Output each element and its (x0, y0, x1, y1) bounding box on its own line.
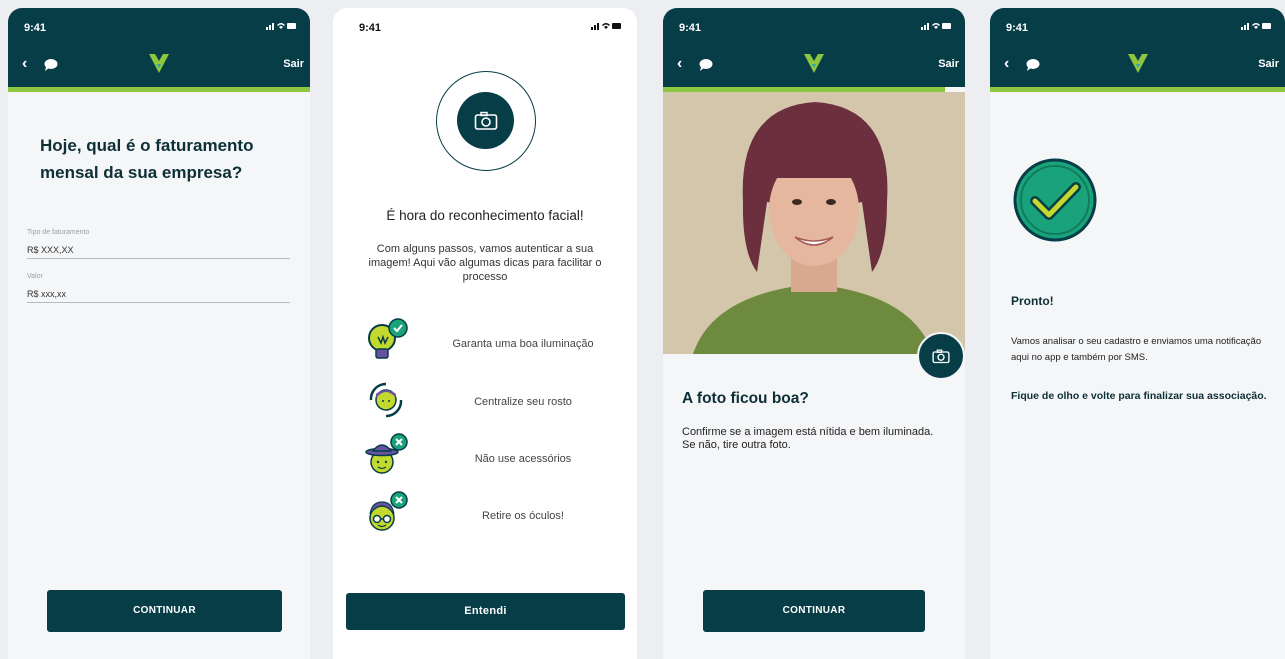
screen-revenue: 9:41 ‹ Sair Hoje, qual é o faturamento m… (8, 8, 310, 659)
chat-icon[interactable] (44, 58, 58, 76)
camera-icon (474, 111, 497, 130)
brand-logo (1127, 52, 1149, 79)
progress-bar (8, 87, 310, 92)
app-header: 9:41 ‹ Sair (8, 8, 310, 87)
confirmation-text: Vamos analisar o seu cadastro e enviamos… (1011, 336, 1262, 363)
field-label-billing-type: Tipo de faturamento (27, 229, 90, 236)
page-title: Hoje, qual é o faturamento mensal da sua… (40, 136, 254, 182)
follow-up-text: Fique de olho e volte para finalizar sua… (1011, 390, 1267, 402)
page-title: Pronto! (1011, 294, 1054, 308)
chat-icon[interactable] (1026, 58, 1040, 76)
intro-text: Com alguns passos, vamos autenticar a su… (368, 243, 602, 283)
instruction-text: Confirme se a imagem está nítida e bem i… (682, 426, 934, 451)
status-icons (1241, 21, 1271, 30)
retake-photo-button[interactable] (917, 332, 965, 380)
status-icons (266, 21, 296, 30)
status-time: 9:41 (24, 22, 47, 34)
back-button[interactable]: ‹ (677, 54, 682, 74)
status-time: 9:41 (1006, 22, 1029, 34)
tip-label-remove-glasses: Retire os óculos! (482, 510, 564, 522)
billing-type-input[interactable]: R$ XXX,XX (27, 245, 290, 259)
success-check-icon (1013, 158, 1097, 247)
exit-button[interactable]: Sair (1258, 58, 1279, 70)
app-header: 9:41 ‹ Sair (663, 8, 965, 87)
page-title: A foto ficou boa? (682, 390, 809, 407)
page-title: É hora do reconhecimento facial! (386, 208, 584, 223)
exit-button[interactable]: Sair (938, 58, 959, 70)
camera-icon (932, 349, 950, 363)
value-input[interactable]: R$ xxx,xx (27, 289, 290, 303)
tip-label-center-face: Centralize seu rosto (474, 396, 572, 408)
progress-bar (990, 87, 1285, 92)
back-button[interactable]: ‹ (1004, 54, 1009, 74)
tip-label-no-accessories: Não use acessórios (474, 453, 572, 465)
brand-logo (148, 52, 170, 79)
continue-button[interactable]: CONTINUAR (47, 590, 282, 632)
captured-photo (663, 92, 965, 354)
hat-face-x-icon (363, 432, 409, 483)
camera-badge (436, 71, 536, 171)
tip-label-lighting: Garanta uma boa iluminação (452, 338, 594, 350)
status-icons (921, 21, 951, 30)
chat-icon[interactable] (699, 58, 713, 76)
brand-logo (803, 52, 825, 79)
screen-facial-recognition: 9:41 É hora do reconhecimento facial! Co… (333, 8, 637, 659)
lightbulb-check-icon (363, 318, 409, 367)
screen-photo-review: 9:41 ‹ Sair A foto ficou boa? Confirme s… (663, 8, 965, 659)
face-center-icon (363, 380, 409, 425)
understood-button[interactable]: Entendi (346, 593, 625, 630)
app-header: 9:41 ‹ Sair (990, 8, 1285, 87)
exit-button[interactable]: Sair (283, 58, 304, 70)
glasses-face-x-icon (363, 490, 409, 541)
status-icons (591, 21, 621, 30)
field-label-value: Valor (27, 273, 43, 280)
status-time: 9:41 (679, 22, 702, 34)
screen-done: 9:41 ‹ Sair Pronto! Vamos analisar o seu… (990, 8, 1285, 659)
continue-button[interactable]: CONTINUAR (703, 590, 925, 632)
back-button[interactable]: ‹ (22, 54, 27, 74)
status-time: 9:41 (359, 22, 382, 34)
